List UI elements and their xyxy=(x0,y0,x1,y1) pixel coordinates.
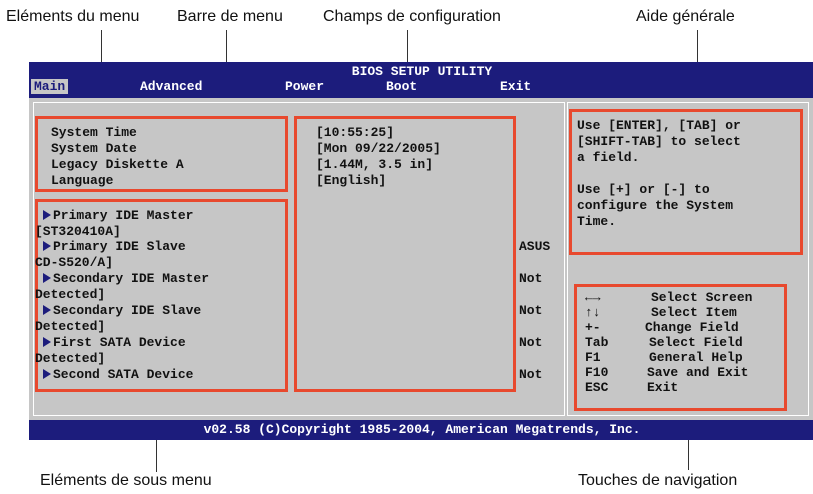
nav-desc: Change Field xyxy=(645,320,739,335)
bios-screen: BIOS SETUP UTILITY Main Advanced Power B… xyxy=(29,62,813,440)
nav-desc: Select Item xyxy=(651,305,737,320)
help-line: configure the System xyxy=(577,198,734,213)
callout-menu-items: Eléments du menu xyxy=(6,8,140,25)
item-language[interactable]: Language xyxy=(51,173,113,188)
value-legacy-diskette[interactable]: [1.44M, 3.5 in] xyxy=(316,157,433,172)
callout-submenu-items: Eléments de sous menu xyxy=(40,472,212,489)
callout-general-help: Aide générale xyxy=(636,8,735,25)
submenu-arrow-icon xyxy=(43,337,51,347)
submenu-arrow-icon xyxy=(43,273,51,283)
callout-menu-bar: Barre de menu xyxy=(177,8,283,25)
callout-nav-keys: Touches de navigation xyxy=(578,472,738,489)
nav-key: ↑↓ xyxy=(585,305,601,320)
submenu-arrow-icon xyxy=(43,241,51,251)
help-line: Time. xyxy=(577,214,617,229)
item-system-time[interactable]: System Time xyxy=(51,125,137,140)
help-line: Use [+] or [-] to xyxy=(577,182,710,197)
submenu-arrow-icon xyxy=(43,210,51,220)
value-system-date[interactable]: [Mon 09/22/2005] xyxy=(316,141,441,156)
submenu-arrow-icon xyxy=(43,369,51,379)
submenu-primary-ide-master[interactable]: Primary IDE Master xyxy=(43,208,193,223)
submenu-secondary-ide-slave[interactable]: Secondary IDE Slave xyxy=(43,303,201,318)
nav-desc: Save and Exit xyxy=(647,365,749,380)
menu-main[interactable]: Main xyxy=(31,79,69,94)
nav-key: F1 xyxy=(585,350,601,365)
submenu-label: Primary IDE Master xyxy=(53,208,194,223)
nav-desc: General Help xyxy=(649,350,743,365)
submenu-right-text: Not xyxy=(519,367,543,382)
submenu-right-text: ASUS xyxy=(519,239,551,254)
nav-desc: Select Field xyxy=(649,335,743,350)
submenu-label: Primary IDE Slave xyxy=(53,239,186,254)
nav-key: ESC xyxy=(585,380,609,395)
submenu-label: First SATA Device xyxy=(53,335,186,350)
item-legacy-diskette[interactable]: Legacy Diskette A xyxy=(51,157,184,172)
nav-desc: Exit xyxy=(647,380,679,395)
nav-key: +- xyxy=(585,320,601,335)
callout-config-fields: Champs de configuration xyxy=(323,8,501,25)
submenu-right-text: Not xyxy=(519,303,543,318)
bios-footer: v02.58 (C)Copyright 1985-2004, American … xyxy=(29,420,813,440)
submenu-detail: Detected] xyxy=(35,351,106,366)
submenu-right-text: Not xyxy=(519,271,543,286)
help-line: a field. xyxy=(577,150,640,165)
menu-power[interactable]: Power xyxy=(285,79,324,94)
submenu-detail: [ST320410A] xyxy=(35,224,121,239)
bios-title-bar: BIOS SETUP UTILITY Main Advanced Power B… xyxy=(29,62,813,98)
submenu-label: Secondary IDE Slave xyxy=(53,303,202,318)
menu-boot[interactable]: Boot xyxy=(386,79,417,94)
submenu-secondary-ide-master[interactable]: Secondary IDE Master xyxy=(43,271,209,286)
nav-key: F10 xyxy=(585,365,609,380)
submenu-arrow-icon xyxy=(43,305,51,315)
value-system-time[interactable]: [10:55:25] xyxy=(316,125,394,140)
nav-key: ←→ xyxy=(585,290,601,305)
item-system-date[interactable]: System Date xyxy=(51,141,137,156)
submenu-right-text: Not xyxy=(519,335,543,350)
bios-title: BIOS SETUP UTILITY xyxy=(351,64,493,79)
nav-desc: Select Screen xyxy=(651,290,753,305)
help-line: [SHIFT-TAB] to select xyxy=(577,134,741,149)
submenu-first-sata[interactable]: First SATA Device xyxy=(43,335,186,350)
submenu-second-sata[interactable]: Second SATA Device xyxy=(43,367,193,382)
submenu-label: Second SATA Device xyxy=(53,367,194,382)
submenu-label: Secondary IDE Master xyxy=(53,271,210,286)
menu-exit[interactable]: Exit xyxy=(500,79,531,94)
nav-key: Tab xyxy=(585,335,609,350)
submenu-detail: Detected] xyxy=(35,287,106,302)
help-line: Use [ENTER], [TAB] or xyxy=(577,118,741,133)
copyright-text: v02.58 (C)Copyright 1985-2004, American … xyxy=(203,422,641,437)
menu-advanced[interactable]: Advanced xyxy=(140,79,202,94)
submenu-detail: Detected] xyxy=(35,319,106,334)
submenu-primary-ide-slave[interactable]: Primary IDE Slave xyxy=(43,239,186,254)
value-language[interactable]: [English] xyxy=(316,173,386,188)
submenu-detail: CD-S520/A] xyxy=(35,255,114,270)
